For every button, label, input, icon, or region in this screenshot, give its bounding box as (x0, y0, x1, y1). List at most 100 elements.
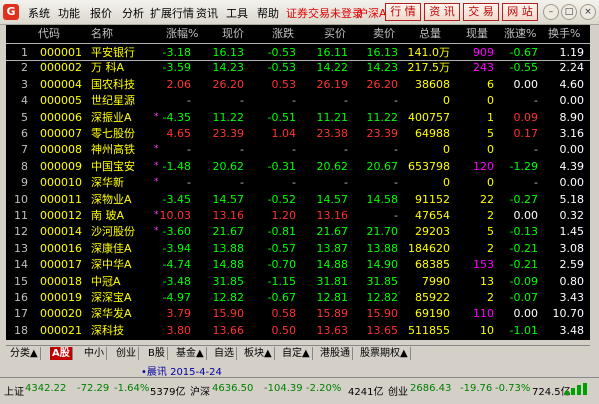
stock-name: 深康佳A (91, 241, 132, 255)
table-row[interactable]: 10 000011 深物业A -3.45 14.57 -0.52 14.57 14.58 911… (6, 191, 590, 209)
header-turnover[interactable]: 换手% (548, 27, 580, 40)
stock-code: 000001 (40, 46, 82, 59)
table-row[interactable]: 14 000017 深中华A -4.74 14.88 -0.70 14.88 14.90 683… (6, 256, 590, 274)
cell-current-volume: 2 (487, 291, 494, 304)
menu-system[interactable]: 系统 (28, 5, 50, 21)
table-row[interactable]: 16 000019 深深宝A -4.97 12.82 -0.67 12.81 12.82 859… (6, 289, 590, 307)
cell-speed: 0.09 (513, 110, 539, 124)
cell-current-volume: 22 (480, 192, 494, 206)
category-tab[interactable]: 自选 (212, 347, 237, 360)
table-row[interactable]: 11 000012 南 玻A * 10.03 13.16 1.20 13.16-47654 2 0… (6, 207, 590, 225)
category-tab[interactable]: 港股通 (318, 347, 353, 360)
quotes-button[interactable]: 行 情 (385, 3, 421, 21)
menu-tools[interactable]: 工具 (226, 5, 248, 21)
cell-bid: 13.87 (316, 241, 349, 255)
table-row[interactable]: 6 000007 零七股份 4.65 23.39 1.04 23.38 23.39 64988 5… (6, 125, 590, 143)
header-ask[interactable]: 卖价 (373, 27, 395, 40)
cell-volume: 141.0万 (407, 46, 451, 59)
category-tab[interactable]: 股票期权▲ (358, 347, 411, 360)
table-row[interactable]: 7 000008 神州高铁 * - - - - -0 0-0.00 (6, 141, 590, 159)
menu-quote[interactable]: 报价 (90, 5, 112, 21)
header-speed[interactable]: 涨速% (504, 27, 536, 40)
table-row[interactable]: 4 000005 世纪星源 - - - - - 0 0 - 0.00 (6, 92, 590, 110)
cell-volume: 7990 (422, 274, 450, 288)
trade-button[interactable]: 交 易 (463, 3, 499, 21)
cell-diff: -0.67 (267, 291, 296, 304)
app-logo-icon: G (3, 4, 19, 20)
category-tab[interactable]: 自定▲ (280, 347, 313, 360)
stock-name: 中冠A (91, 274, 121, 288)
minimize-icon[interactable]: – (543, 4, 559, 20)
header-code[interactable]: 代码 (38, 27, 60, 40)
cell-change-pct: -3.59 (162, 61, 191, 75)
header-diff[interactable]: 涨跌 (272, 27, 294, 40)
row-number: 11 (14, 209, 28, 222)
market-selector[interactable]: 沪深A (357, 5, 387, 21)
trade-login-notice[interactable]: 证券交易未登录 (286, 5, 363, 21)
sz-index-diff: -104.39 (264, 383, 303, 394)
category-tab[interactable]: 基金▲ (174, 347, 207, 360)
header-price[interactable]: 现价 (222, 27, 244, 40)
table-row[interactable]: 15 000018 中冠A -3.48 31.85 -1.15 31.81 31.85 7990… (6, 273, 590, 291)
stock-name: 世纪星源 (91, 94, 135, 108)
table-row[interactable]: 1 000001 平安银行 -3.18 16.13 -0.53 16.11 16.13 141.… (6, 43, 590, 61)
stock-code: 000016 (40, 241, 82, 255)
table-row[interactable]: 18 000021 深科技 3.80 13.66 0.50 13.63 13.65 511855… (6, 322, 590, 340)
cell-turnover: 1.19 (559, 46, 585, 59)
table-row[interactable]: 8 000009 中国宝安 * -1.48 20.62 -0.31 20.62 20.67 653… (6, 158, 590, 176)
cell-ask: 11.22 (366, 110, 399, 124)
cell-volume: 184620 (408, 241, 450, 255)
stock-code: 000004 (40, 77, 82, 91)
table-row[interactable]: 17 000020 深华发A 3.79 15.90 0.58 15.89 15.90 69190… (6, 305, 590, 323)
row-number: 5 (21, 110, 28, 124)
cell-turnover: 3.48 (559, 323, 585, 337)
cell-turnover: 5.18 (559, 192, 585, 206)
category-tab[interactable]: B股 (146, 347, 168, 360)
menu-extended-quotes[interactable]: 扩展行情 (150, 5, 194, 21)
table-row[interactable]: 5 000006 深振业A * -4.35 11.22 -0.51 11.21 11.22 400… (6, 109, 590, 127)
header-change-pct[interactable]: 涨幅% (166, 27, 198, 40)
website-button[interactable]: 网 站 (502, 3, 538, 21)
menu-help[interactable]: 帮助 (257, 5, 279, 21)
cell-bid: 21.67 (316, 225, 349, 239)
table-row[interactable]: 2 000002 万 科A -3.59 14.23 -0.53 14.22 14.23 217.… (6, 59, 590, 77)
header-current-volume[interactable]: 现量 (466, 27, 488, 40)
header-name[interactable]: 名称 (91, 27, 113, 40)
row-number: 9 (21, 176, 28, 190)
sz-index-value: 4636.50 (212, 383, 254, 394)
cell-turnover: 0.00 (559, 143, 585, 157)
cell-turnover: 3.08 (559, 241, 585, 255)
category-tab[interactable]: 中小 (82, 347, 107, 360)
stock-name: 零七股份 (91, 127, 135, 140)
news-date[interactable]: •晨讯 2015-4-24 (141, 363, 222, 378)
stock-name: 中国宝安 (91, 159, 135, 173)
row-number: 6 (21, 127, 28, 140)
cell-turnover: 1.45 (559, 225, 585, 239)
news-button[interactable]: 资 讯 (424, 3, 460, 21)
cell-price: 26.20 (212, 77, 245, 91)
cell-change-pct: -3.60 (162, 225, 191, 239)
cell-volume: 217.5万 (407, 61, 451, 75)
cell-turnover: 0.00 (559, 94, 585, 108)
maximize-icon[interactable]: □ (561, 4, 577, 20)
table-row[interactable]: 3 000004 国农科技 2.06 26.20 0.53 26.19 26.20 38608 6… (6, 76, 590, 94)
category-tab[interactable]: 分类▲ (8, 347, 41, 360)
cell-ask: 16.13 (366, 46, 399, 59)
header-volume[interactable]: 总量 (419, 27, 441, 40)
cell-change-pct: 4.65 (166, 127, 192, 140)
category-tab[interactable]: A股 (50, 347, 73, 360)
cell-ask: - (394, 209, 398, 222)
header-bid[interactable]: 买价 (324, 27, 346, 40)
table-row[interactable]: 13 000016 深康佳A -3.94 13.88 -0.57 13.87 13.88 184… (6, 240, 590, 258)
menu-function[interactable]: 功能 (58, 5, 80, 21)
category-tab[interactable]: 创业 (114, 347, 139, 360)
cell-current-volume: 120 (473, 159, 494, 173)
table-row[interactable]: 9 000010 深华新 * - - - - -0 0-0.00 (6, 174, 590, 192)
menu-news[interactable]: 资讯 (196, 5, 218, 21)
close-icon[interactable]: × (580, 4, 596, 20)
category-tab[interactable]: 板块▲ (242, 347, 275, 360)
menu-analysis[interactable]: 分析 (122, 5, 144, 21)
table-row[interactable]: 12 000014 沙河股份 * -3.60 21.67 -0.81 21.67 21.70 29… (6, 223, 590, 241)
cell-diff: -1.15 (267, 274, 296, 288)
row-number: 18 (14, 323, 28, 337)
